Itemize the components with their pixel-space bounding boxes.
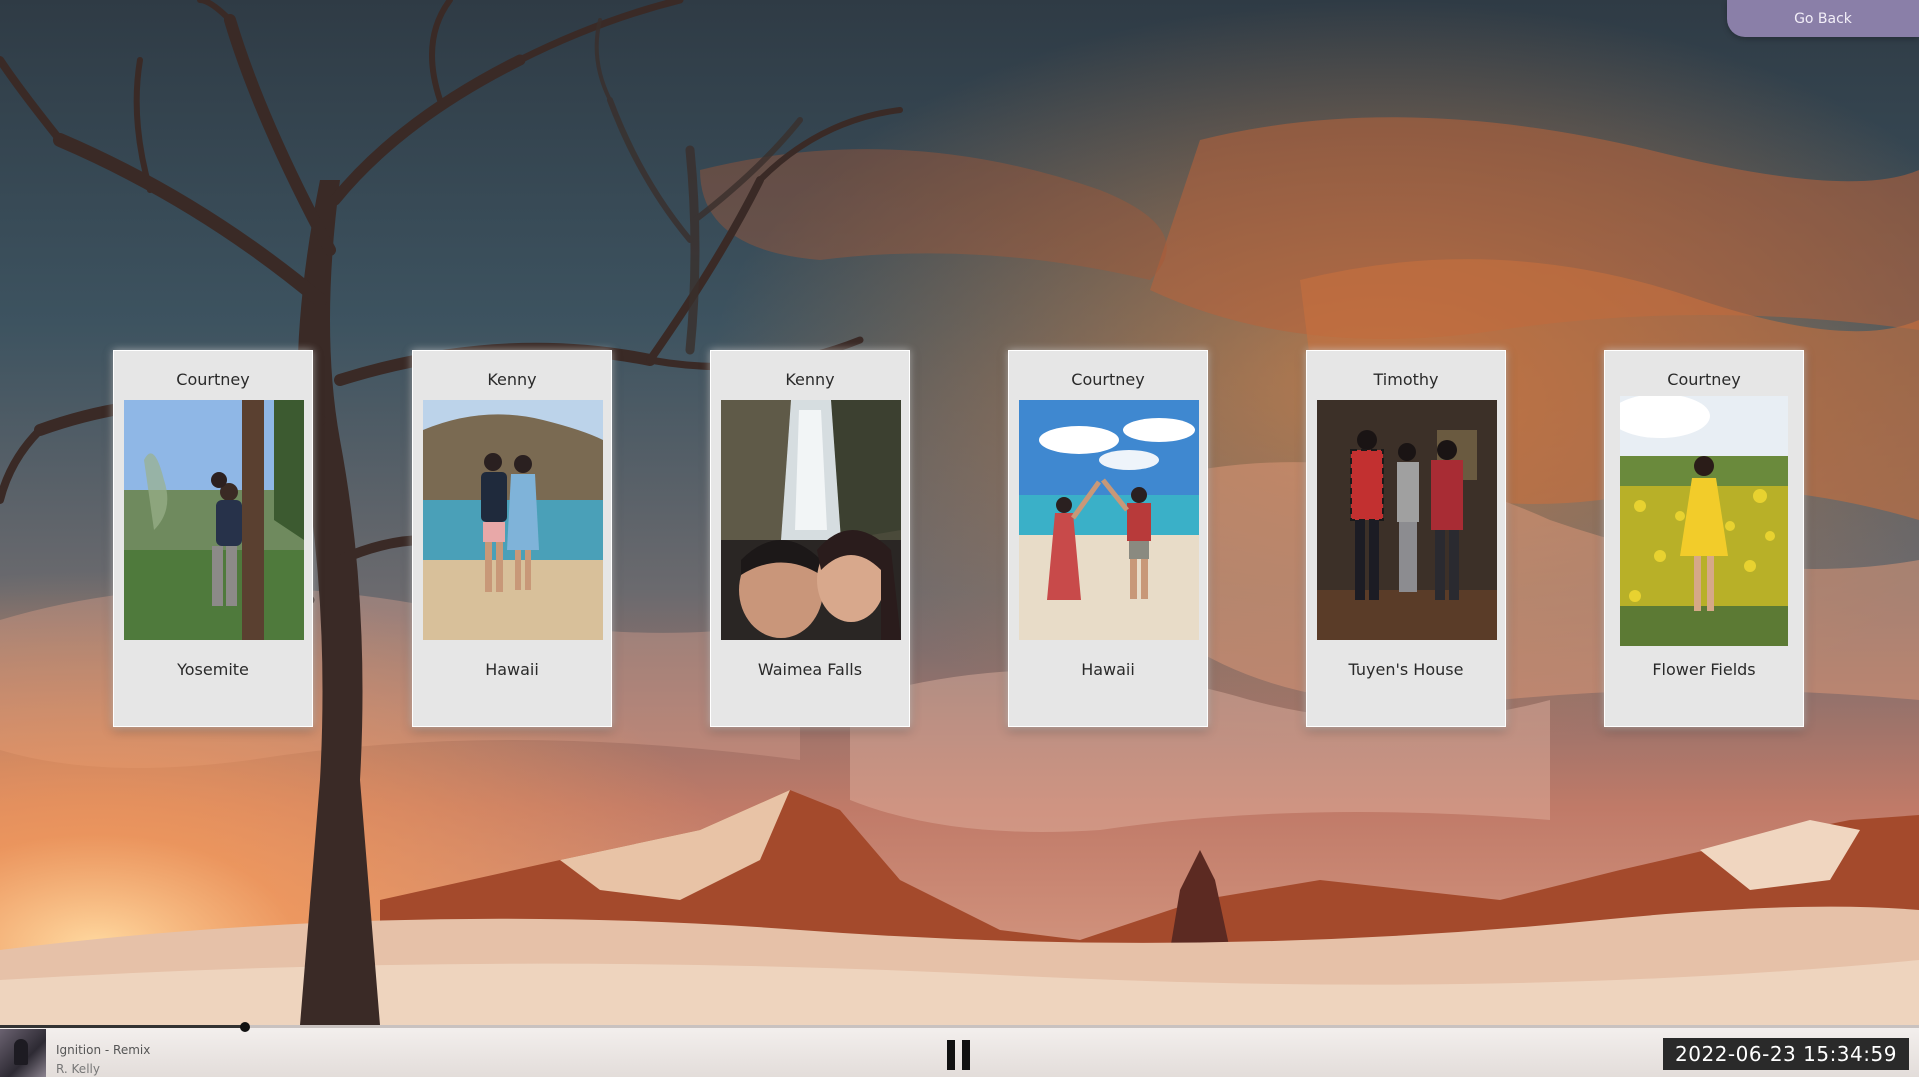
timestamp-overlay: 2022-06-23 15:34:59: [1663, 1038, 1909, 1070]
card-place-label: Waimea Falls: [757, 660, 863, 679]
photo-card-flower-fields[interactable]: Courtney Flower Fields: [1604, 350, 1804, 727]
album-art: [0, 1029, 46, 1077]
hawaii-beach-photo: [423, 400, 603, 640]
pause-icon: [962, 1040, 970, 1070]
pause-button[interactable]: [944, 1040, 974, 1070]
card-person-name: Kenny: [487, 370, 537, 389]
house-photo: [1317, 400, 1497, 640]
card-person-name: Kenny: [785, 370, 835, 389]
progress-track[interactable]: [0, 1025, 1919, 1028]
photo-card-hawaii-2[interactable]: Courtney Hawaii: [1008, 350, 1208, 727]
card-place-label: Hawaii: [1081, 660, 1135, 679]
photo-card-hawaii[interactable]: Kenny Hawaii: [412, 350, 612, 727]
card-person-name: Courtney: [1667, 370, 1741, 389]
card-person-name: Courtney: [176, 370, 250, 389]
card-place-label: Yosemite: [177, 660, 249, 679]
hawaii-dance-photo: [1019, 400, 1199, 640]
card-place-label: Flower Fields: [1652, 660, 1756, 679]
card-person-name: Courtney: [1071, 370, 1145, 389]
waterfall-photo: [721, 400, 901, 640]
progress-thumb[interactable]: [240, 1022, 250, 1032]
card-place-label: Tuyen's House: [1348, 660, 1464, 679]
flower-field-photo: [1620, 396, 1788, 646]
yosemite-photo: [124, 400, 304, 640]
track-title: Ignition - Remix: [56, 1043, 151, 1057]
photo-card-waimea-falls[interactable]: Kenny Waimea Falls: [710, 350, 910, 727]
card-person-name: Timothy: [1373, 370, 1439, 389]
track-artist: R. Kelly: [56, 1062, 100, 1076]
photo-card-tuyens-house[interactable]: Timothy Tuyen's House: [1306, 350, 1506, 727]
photo-card-yosemite[interactable]: Courtney Yosemite: [113, 350, 313, 727]
pause-icon: [947, 1040, 955, 1070]
card-place-label: Hawaii: [485, 660, 539, 679]
go-back-button[interactable]: Go Back: [1727, 0, 1919, 37]
progress-fill: [0, 1025, 244, 1028]
